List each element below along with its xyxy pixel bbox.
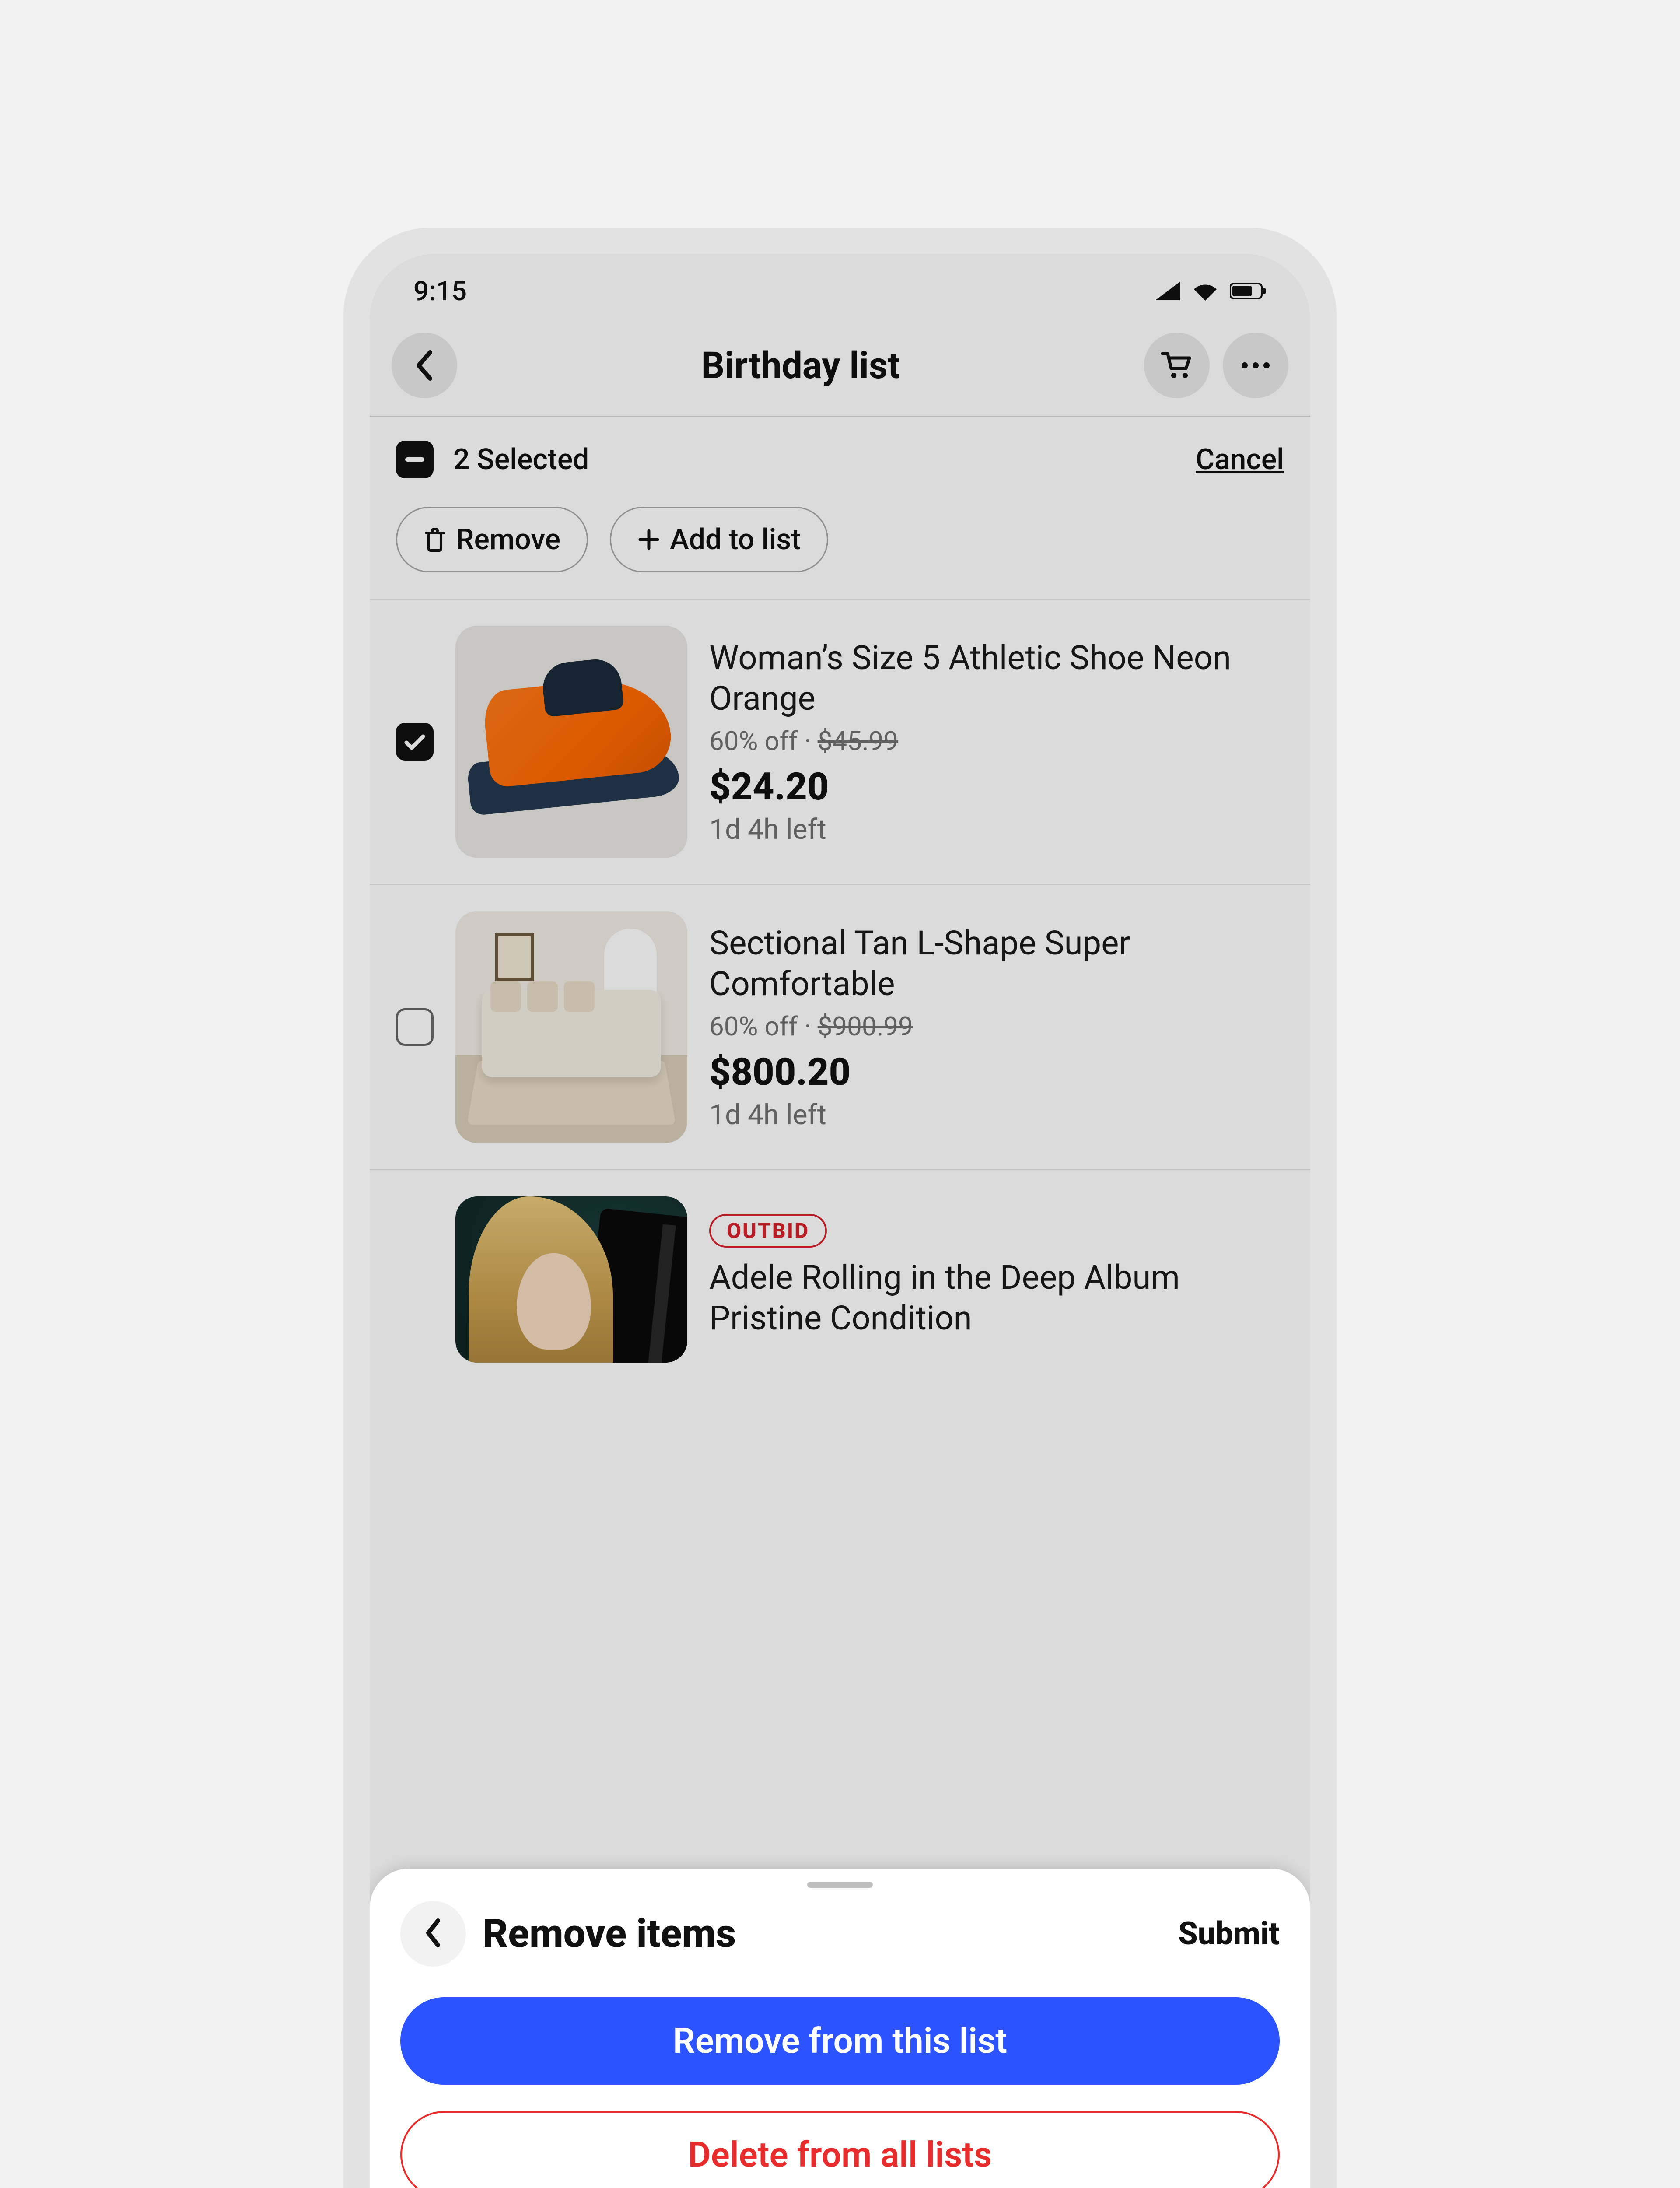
item-price: $800.20 [709,1050,1284,1094]
item-title: Woman’s Size 5 Athletic Shoe Neon Orange [709,638,1284,719]
status-time: 9:15 [413,275,467,307]
item-info: Woman’s Size 5 Athletic Shoe Neon Orange… [709,638,1284,846]
selected-count: 2 Selected [453,443,589,477]
item-info: OUTBID Adele Rolling in the Deep Album P… [709,1214,1284,1345]
sheet-header: Remove items Submit [400,1901,1280,1967]
sheet-submit-button[interactable]: Submit [1178,1915,1280,1952]
item-original-price: $900.99 [818,1011,913,1042]
list-item[interactable]: OUTBID Adele Rolling in the Deep Album P… [370,1170,1310,1389]
selection-bar: 2 Selected Cancel [370,417,1310,487]
sheet-grabber[interactable] [807,1882,873,1888]
remove-items-sheet: Remove items Submit Remove from this lis… [370,1869,1310,2188]
status-icons [1155,281,1267,302]
plus-icon [637,528,660,551]
battery-icon [1230,282,1267,300]
screen: 9:15 [370,254,1310,2188]
wifi-icon [1191,281,1219,302]
nav-right [1144,333,1288,398]
item-thumbnail [455,626,687,858]
phone-frame: 9:15 [343,228,1337,2188]
list-item[interactable]: Sectional Tan L-Shape Super Comfortable … [370,885,1310,1170]
item-checkbox[interactable] [396,723,434,761]
item-info: Sectional Tan L-Shape Super Comfortable … [709,923,1284,1131]
nav-left [392,333,457,398]
item-subline: 60% off · $900.99 [709,1011,1284,1042]
item-title: Sectional Tan L-Shape Super Comfortable [709,923,1284,1004]
button-label: Remove from this list [673,2020,1007,2062]
item-timeleft: 1d 4h left [709,1098,1284,1131]
item-original-price: $45.99 [818,726,898,757]
item-discount: 60% off [709,726,798,757]
chevron-left-icon [422,1918,444,1950]
item-price: $24.20 [709,764,1284,809]
delete-from-all-lists-button[interactable]: Delete from all lists [400,2111,1280,2188]
cellular-icon [1155,281,1181,301]
status-bar: 9:15 [370,254,1310,328]
chevron-left-icon [413,350,436,381]
sheet-back-button[interactable] [400,1901,466,1967]
cart-icon [1161,350,1193,381]
remove-chip-label: Remove [456,523,560,557]
outbid-badge: OUTBID [709,1214,827,1248]
item-thumbnail [455,911,687,1143]
item-timeleft: 1d 4h left [709,813,1284,846]
separator-dot: · [804,1011,811,1042]
items-list: Woman’s Size 5 Athletic Shoe Neon Orange… [370,599,1310,1389]
nav-bar: Birthday list [370,328,1310,417]
more-button[interactable] [1223,333,1288,398]
add-to-list-chip-label: Add to list [670,523,801,557]
selection-left: 2 Selected [396,441,589,478]
separator-dot: · [804,726,811,757]
cancel-selection-link[interactable]: Cancel [1196,443,1284,477]
remove-chip[interactable]: Remove [396,507,588,572]
item-checkbox[interactable] [396,1008,434,1046]
canvas: 9:15 [0,0,1680,2188]
sheet-header-left: Remove items [400,1901,736,1967]
sheet-title: Remove items [483,1911,736,1957]
trash-icon [424,527,446,552]
select-all-indeterminate[interactable] [396,441,434,478]
bulk-action-chips: Remove Add to list [370,487,1310,599]
add-to-list-chip[interactable]: Add to list [610,507,828,572]
item-title: Adele Rolling in the Deep Album Pristine… [709,1257,1284,1338]
page-title: Birthday list [701,344,900,387]
minus-icon [405,457,424,462]
more-horizontal-icon [1240,361,1271,370]
item-subline: 60% off · $45.99 [709,726,1284,757]
cart-button[interactable] [1144,333,1210,398]
button-label: Delete from all lists [688,2134,992,2175]
list-item[interactable]: Woman’s Size 5 Athletic Shoe Neon Orange… [370,600,1310,885]
item-discount: 60% off [709,1011,798,1042]
item-thumbnail [455,1196,687,1363]
back-button[interactable] [392,333,457,398]
remove-from-this-list-button[interactable]: Remove from this list [400,1997,1280,2085]
